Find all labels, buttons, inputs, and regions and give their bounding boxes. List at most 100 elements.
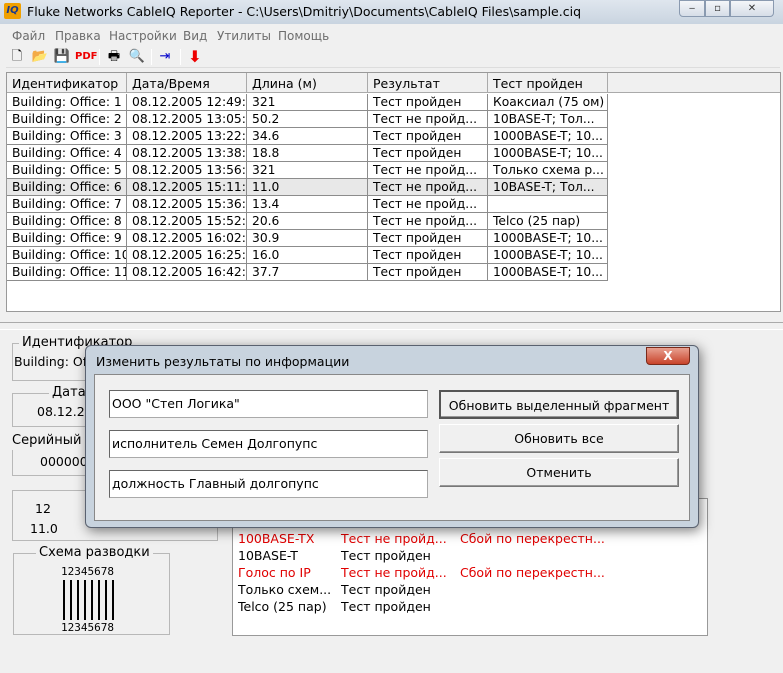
dialog-close-button[interactable]: X (646, 347, 690, 365)
menu-view[interactable]: Вид (183, 29, 207, 43)
save-icon[interactable]: 💾 (53, 48, 71, 66)
update-selected-button[interactable]: Обновить выделенный фрагмент (439, 390, 679, 419)
company-field[interactable]: ООО "Степ Логика" (109, 390, 428, 418)
cell-test-passed: 1000BASE-T; 10... (488, 230, 608, 247)
cell-datetime: 08.12.2005 16:25:... (127, 247, 247, 264)
minimize-button[interactable]: ‒ (679, 0, 705, 17)
cell-test-passed: 1000BASE-T; 10... (488, 264, 608, 281)
wire-line (77, 580, 79, 620)
maximize-button[interactable]: ▫ (705, 0, 730, 17)
result-result: Тест пройден (341, 599, 431, 614)
cell-result: Тест пройден (368, 94, 488, 111)
title-bar: IQ Fluke Networks CableIQ Reporter - C:\… (0, 0, 783, 24)
cell-id: Building: Office: 1 (7, 94, 127, 111)
operator-field[interactable]: исполнитель Семен Долгопупс (109, 430, 428, 458)
cell-datetime: 08.12.2005 13:38:... (127, 145, 247, 162)
wire-line (91, 580, 93, 620)
table-row[interactable]: Building: Office: 7 08.12.2005 15:36:... 1… (7, 196, 608, 213)
cell-length: 321 (247, 162, 368, 179)
new-file-icon[interactable]: 🗋 (8, 48, 26, 66)
menu-help[interactable]: Помощь (278, 29, 329, 43)
cell-result: Тест пройден (368, 264, 488, 281)
splitter[interactable] (0, 322, 783, 330)
result-test: Голос по IP (238, 565, 311, 580)
cell-test-passed: Коаксиал (75 ом) (488, 94, 608, 111)
cell-test-passed: 1000BASE-T; 10... (488, 145, 608, 162)
table-row[interactable]: Building: Office: 11 08.12.2005 16:42:...… (7, 264, 608, 281)
export-icon[interactable]: ⇥ (156, 48, 174, 66)
identifier-value: Building: Of (14, 354, 88, 369)
date-label: Дата (49, 385, 89, 400)
cell-test-passed: 10BASE-T; Тол... (488, 179, 608, 196)
result-test: 10BASE-T (238, 548, 298, 563)
edit-info-dialog: Изменить результаты по информации X ООО … (85, 345, 699, 528)
pdf-icon[interactable]: PDF (75, 48, 97, 66)
print-preview-icon[interactable]: 🔍 (128, 48, 146, 66)
position-field[interactable]: должность Главный долгопупс (109, 470, 428, 498)
cell-datetime: 08.12.2005 15:52:... (127, 213, 247, 230)
wire-line (98, 580, 100, 620)
column-header-datetime[interactable]: Дата/Время (127, 73, 247, 93)
dialog-body: ООО "Степ Логика" исполнитель Семен Долг… (94, 374, 690, 521)
cell-result: Тест не пройд... (368, 196, 488, 213)
menu-utilities[interactable]: Утилиты (217, 29, 271, 43)
menu-settings[interactable]: Настройки (109, 29, 177, 43)
pair-length: 11.0 (30, 521, 58, 536)
cell-id: Building: Office: 2 (7, 111, 127, 128)
print-icon[interactable]: 🖶 (105, 48, 123, 66)
menu-file[interactable]: Файл (12, 29, 45, 43)
cell-datetime: 08.12.2005 13:22:... (127, 128, 247, 145)
cell-length: 20.6 (247, 213, 368, 230)
table-row[interactable]: Building: Office: 3 08.12.2005 13:22:... 3… (7, 128, 608, 145)
update-all-button[interactable]: Обновить все (439, 424, 679, 453)
cell-id: Building: Office: 5 (7, 162, 127, 179)
table-row[interactable]: Building: Office: 10 08.12.2005 16:25:...… (7, 247, 608, 264)
cell-datetime: 08.12.2005 16:42:... (127, 264, 247, 281)
cancel-button[interactable]: Отменить (439, 458, 679, 487)
table-row[interactable]: Building: Office: 8 08.12.2005 15:52:... 2… (7, 213, 608, 230)
download-arrow-icon[interactable]: ⬇ (186, 48, 204, 66)
close-window-button[interactable]: ✕ (730, 0, 774, 17)
table-row[interactable]: Building: Office: 1 08.12.2005 12:49:... 3… (7, 94, 608, 111)
dialog-title: Изменить результаты по информации (96, 354, 350, 369)
table-row[interactable]: Building: Office: 9 08.12.2005 16:02:... 3… (7, 230, 608, 247)
results-table[interactable]: Идентификатор Дата/Время Длина (м) Резул… (6, 72, 781, 312)
open-folder-icon[interactable]: 📂 (31, 48, 49, 66)
column-header-id[interactable]: Идентификатор (7, 73, 127, 93)
cell-result: Тест пройден (368, 247, 488, 264)
cell-result: Тест пройден (368, 128, 488, 145)
wire-line (105, 580, 107, 620)
menu-bar: Файл Правка Настройки Вид Утилиты Помощь (6, 26, 780, 46)
cell-result: Тест не пройд... (368, 111, 488, 128)
result-result: Тест не пройд... (341, 531, 447, 546)
cell-datetime: 08.12.2005 16:02:... (127, 230, 247, 247)
serial-label: Серийный н (12, 433, 95, 448)
pair-number: 12 (35, 501, 51, 516)
cell-id: Building: Office: 4 (7, 145, 127, 162)
result-result: Тест не пройд... (341, 565, 447, 580)
cell-length: 30.9 (247, 230, 368, 247)
cell-length: 18.8 (247, 145, 368, 162)
wire-line (112, 580, 114, 620)
cell-length: 37.7 (247, 264, 368, 281)
cell-datetime: 08.12.2005 13:56:... (127, 162, 247, 179)
cell-datetime: 08.12.2005 13:05:... (127, 111, 247, 128)
cell-test-passed (488, 196, 608, 213)
cell-length: 321 (247, 94, 368, 111)
cell-test-passed: 10BASE-T; Тол... (488, 111, 608, 128)
cell-id: Building: Office: 10 (7, 247, 127, 264)
table-row[interactable]: Building: Office: 2 08.12.2005 13:05:... 5… (7, 111, 608, 128)
cell-test-passed: 1000BASE-T; 10... (488, 128, 608, 145)
table-row[interactable]: Building: Office: 5 08.12.2005 13:56:... 3… (7, 162, 608, 179)
column-header-result[interactable]: Результат (368, 73, 488, 93)
cell-datetime: 08.12.2005 15:11:... (127, 179, 247, 196)
column-header-test-passed[interactable]: Тест пройден (488, 73, 608, 93)
table-row[interactable]: Building: Office: 4 08.12.2005 13:38:... 1… (7, 145, 608, 162)
table-row[interactable]: Building: Office: 6 08.12.2005 15:11:... 1… (7, 179, 608, 196)
column-header-length[interactable]: Длина (м) (247, 73, 368, 93)
cell-result: Тест пройден (368, 230, 488, 247)
cell-id: Building: Office: 3 (7, 128, 127, 145)
menu-edit[interactable]: Правка (55, 29, 101, 43)
wire-line (84, 580, 86, 620)
cell-test-passed: Telco (25 пар) (488, 213, 608, 230)
